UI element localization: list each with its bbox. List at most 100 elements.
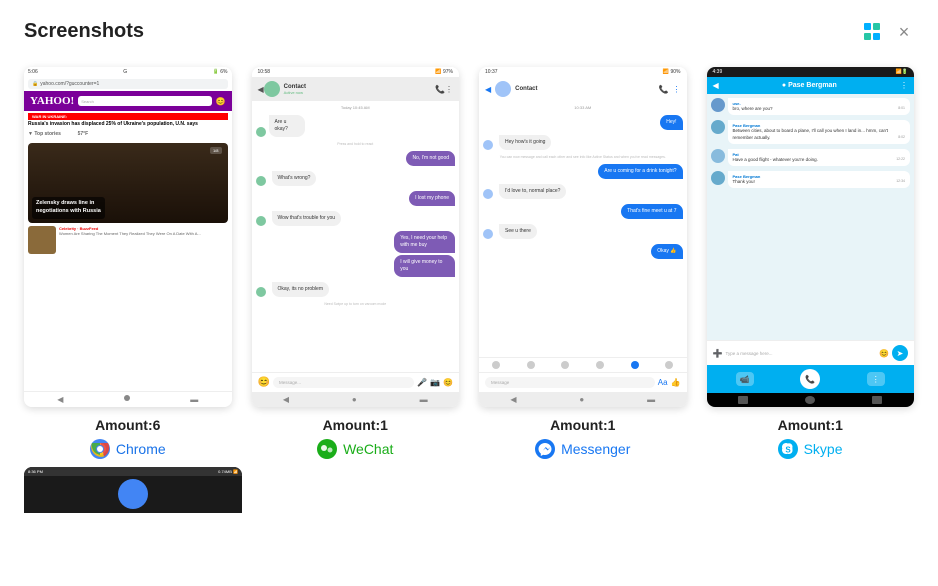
messenger-app-icon bbox=[535, 439, 555, 459]
skype-app-icon: S bbox=[778, 439, 798, 459]
messenger-msg-4: I'd love to, normal place? bbox=[499, 184, 566, 199]
messenger-avatar-sm-2 bbox=[483, 189, 493, 199]
skype-time-4: 12:34 bbox=[896, 179, 905, 184]
skype-nav-home bbox=[805, 396, 815, 404]
skype-time-3: 12:22 bbox=[896, 157, 905, 162]
messenger-input[interactable]: Message bbox=[485, 377, 655, 388]
wechat-screenshot-frame[interactable]: 10:58 📶 97% ◀ Contact Active now 📞 ⋮ bbox=[252, 67, 460, 407]
messenger-back-btn[interactable]: ◀ bbox=[485, 85, 491, 94]
grid-view-icon[interactable] bbox=[864, 23, 882, 41]
skype-avatar-1 bbox=[711, 98, 725, 112]
messenger-messages: 10:33 AM Hey! Hey how's it going You can… bbox=[479, 101, 687, 357]
wechat-msg-1-row: Are u okay? bbox=[256, 115, 456, 137]
skype-call-toolbar: 📹 📞 ⋮ bbox=[707, 365, 915, 393]
skype-text-4: Thank you! 12:34 bbox=[733, 179, 906, 185]
skype-bubble-4: Pase Bergman Thank you! 12:34 bbox=[728, 171, 911, 188]
skype-messages: use- bro, where are you? 8:01 Pase Bergm… bbox=[707, 94, 915, 340]
grid-dot-2 bbox=[873, 23, 880, 30]
messenger-date: 10:33 AM bbox=[483, 105, 683, 110]
wechat-app-label: WeChat bbox=[317, 439, 393, 459]
news-image: 1/8 Zelensky draws line innegotiations w… bbox=[28, 143, 228, 223]
messenger-amount: Amount:1 bbox=[535, 417, 630, 433]
wechat-label: WeChat bbox=[343, 441, 393, 457]
wechat-msg-7: I will give money to you bbox=[394, 255, 455, 277]
chrome-urlbar: 🔒 yahoo.com/?guccounter=1 bbox=[28, 79, 228, 89]
messenger-tool-1 bbox=[492, 361, 500, 369]
breaking-news-label: WAR IN UKRAINE: bbox=[28, 113, 228, 120]
top-stories-label: ▼ Top stories 57°F bbox=[24, 129, 232, 139]
skype-nav-back bbox=[738, 396, 748, 404]
wechat-msg-4: I lost my phone bbox=[409, 191, 455, 206]
skype-call-btn[interactable]: 📞 bbox=[800, 369, 820, 389]
skype-text-2: Between cities, about to board a plane, … bbox=[733, 128, 906, 141]
close-button[interactable]: × bbox=[894, 22, 914, 42]
messenger-tool-3 bbox=[561, 361, 569, 369]
messenger-tool-6 bbox=[665, 361, 673, 369]
chrome-screenshot-frame[interactable]: 5:06 G 🔋 6% 🔒 yahoo.com/?guccounter=1 YA… bbox=[24, 67, 232, 407]
wechat-active-now: Active now bbox=[284, 90, 435, 95]
wechat-avatar-sm bbox=[256, 127, 266, 137]
skype-android-nav bbox=[707, 393, 915, 407]
screenshots-grid: 5:06 G 🔋 6% 🔒 yahoo.com/?guccounter=1 YA… bbox=[24, 67, 914, 459]
messenger-msg-3: Are u coming for a drink tonight? bbox=[598, 164, 682, 179]
messenger-toolbar bbox=[479, 357, 687, 372]
messenger-msg-2-row: Hey how's it going bbox=[483, 135, 683, 150]
skype-avatar-4 bbox=[711, 171, 725, 185]
wechat-msg-8: Okay, its no problem bbox=[272, 282, 329, 297]
wechat-avatar-sm-2 bbox=[256, 176, 266, 186]
skype-avatar-3 bbox=[711, 149, 725, 163]
skype-msg-2-row: Pase Bergman Between cities, about to bo… bbox=[711, 120, 911, 144]
messenger-info: Amount:1 Messenger bbox=[535, 417, 630, 459]
messenger-msg-6-row: See u there bbox=[483, 224, 683, 239]
page-header: Screenshots × bbox=[24, 20, 914, 43]
messenger-card: 10:37 📶 90% ◀ Contact 📞 ⋮ bbox=[479, 67, 687, 459]
skype-more-btn[interactable]: ⋮ bbox=[867, 372, 885, 386]
skype-bubble-1: use- bro, where are you? 8:01 bbox=[728, 98, 911, 115]
skype-time-1: 8:01 bbox=[898, 106, 905, 111]
wechat-msg-8-row: Okay, its no problem bbox=[256, 282, 456, 297]
wechat-info: Amount:1 WeChat bbox=[317, 417, 393, 459]
wechat-input[interactable]: Message... bbox=[273, 377, 414, 388]
wechat-statusbar: 10:58 📶 97% bbox=[252, 67, 460, 77]
skype-app-label: S Skype bbox=[778, 439, 843, 459]
messenger-label: Messenger bbox=[561, 441, 630, 457]
messenger-contact-name: Contact bbox=[515, 86, 537, 92]
skype-bubble-3: Pat Have a good flight - whatever you're… bbox=[728, 149, 911, 166]
messenger-msg-6: See u there bbox=[499, 224, 537, 239]
skype-msg-1-row: use- bro, where are you? 8:01 bbox=[711, 98, 911, 115]
skype-header: ◀ ● Pase Bergman ⋮ bbox=[707, 77, 915, 94]
partial-screenshot-frame[interactable]: 8:36 PM 0.74MB 📶 bbox=[24, 467, 242, 513]
messenger-screenshot-frame[interactable]: 10:37 📶 90% ◀ Contact 📞 ⋮ bbox=[479, 67, 687, 407]
yahoo-search: Search bbox=[78, 96, 211, 106]
skype-text-1: bro, where are you? 8:01 bbox=[733, 106, 906, 112]
nav-dot-active bbox=[124, 395, 130, 401]
wechat-msg-5: Wow that's trouble for you bbox=[272, 211, 342, 226]
messenger-contact-avatar bbox=[495, 81, 511, 97]
wechat-msg-5-row: Wow that's trouble for you bbox=[256, 211, 456, 226]
wechat-msg-3: What's wrong? bbox=[272, 171, 317, 186]
messenger-msg-2: Hey how's it going bbox=[499, 135, 551, 150]
skype-label: Skype bbox=[804, 441, 843, 457]
wechat-msg-1: Are u okay? bbox=[269, 115, 305, 137]
wechat-amount: Amount:1 bbox=[317, 417, 393, 433]
partial-bottom-card: 8:36 PM 0.74MB 📶 bbox=[24, 467, 914, 513]
skype-card: 4:39 📶🔋 ◀ ● Pase Bergman ⋮ use- bbox=[707, 67, 915, 459]
skype-bubble-2: Pase Bergman Between cities, about to bo… bbox=[728, 120, 911, 144]
skype-video-btn[interactable]: 📹 bbox=[736, 372, 754, 386]
skype-contact-name: ● Pase Bergman bbox=[723, 82, 896, 89]
messenger-msg-1: Hey! bbox=[660, 115, 682, 130]
messenger-avatar-sm bbox=[483, 140, 493, 150]
grid-dot-3 bbox=[864, 33, 871, 40]
skype-send-btn[interactable]: ➤ bbox=[892, 345, 908, 361]
header-actions: × bbox=[864, 22, 914, 42]
yahoo-header: YAHOO! Search 😊 bbox=[24, 91, 232, 111]
wechat-varoom-hint: Need Swipe up to turn on varoom mode bbox=[256, 302, 456, 306]
wechat-msg-2: No, I'm not good bbox=[406, 151, 455, 166]
messenger-contact-info: Contact bbox=[515, 86, 537, 92]
grid-dot-1 bbox=[864, 23, 871, 30]
skype-input[interactable]: Type a message here... bbox=[725, 351, 876, 356]
wechat-msg-3-row: What's wrong? bbox=[256, 171, 456, 186]
skype-avatar-2 bbox=[711, 120, 725, 134]
messenger-tool-2 bbox=[527, 361, 535, 369]
skype-screenshot-frame[interactable]: 4:39 📶🔋 ◀ ● Pase Bergman ⋮ use- bbox=[707, 67, 915, 407]
